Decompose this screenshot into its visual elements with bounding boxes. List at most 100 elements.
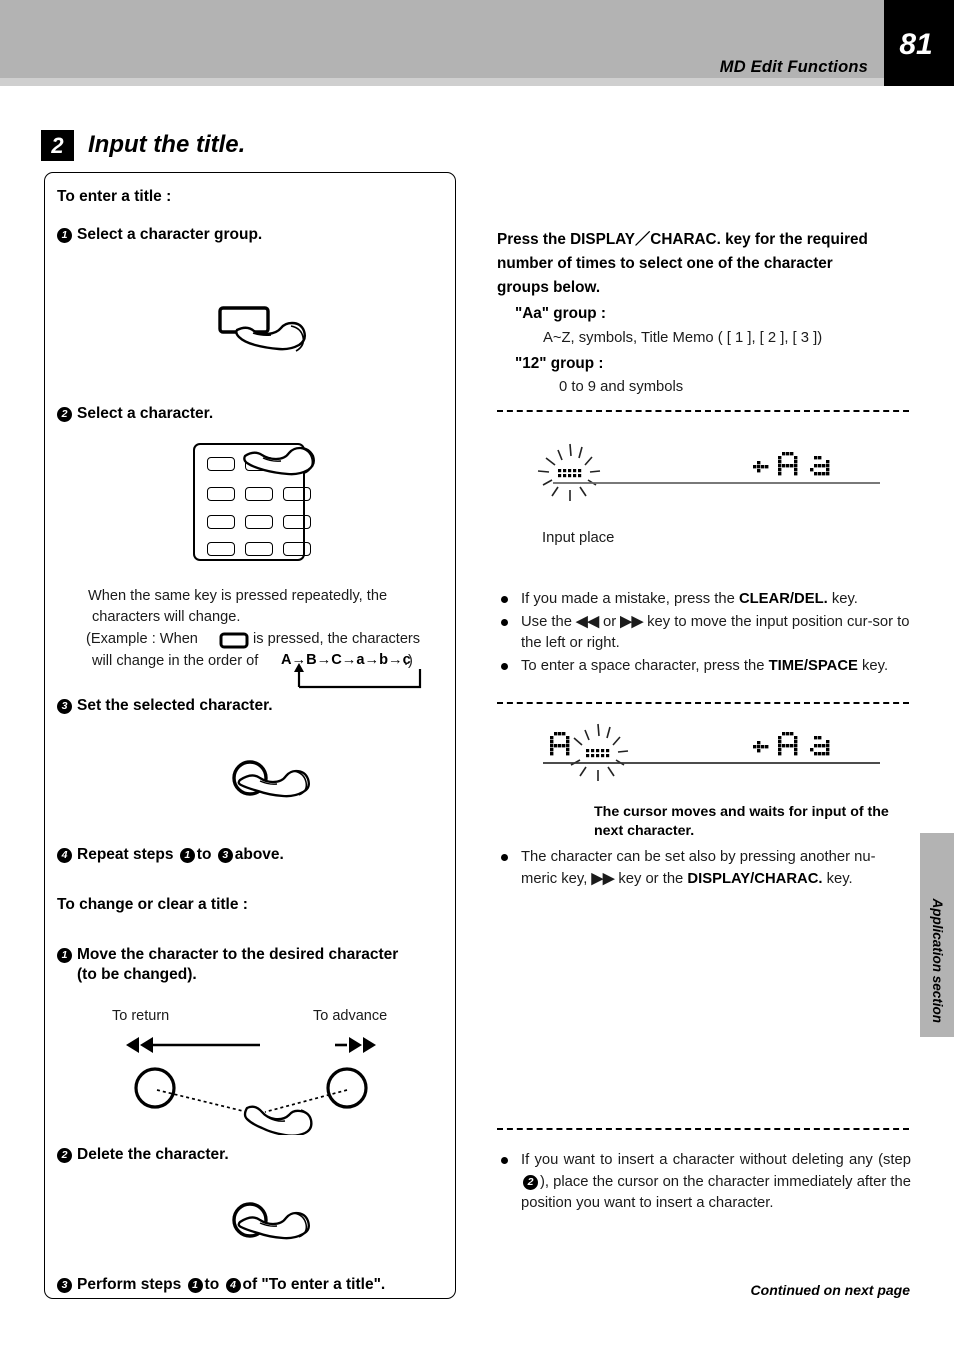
change-substep-3-ref-1: 1 xyxy=(187,1278,203,1293)
keypress-note-line-2: characters will change. xyxy=(92,609,241,625)
bullet-dot-icon xyxy=(501,1157,508,1164)
substep-number-2: 2 xyxy=(57,407,72,422)
change-substep-number-3: 3 xyxy=(57,1278,72,1293)
bullet-5-step-ref: 2 xyxy=(523,1174,538,1190)
keypress-note-line-3a: (Example : When xyxy=(86,631,198,647)
group-aa-description: A~Z, symbols, Title Memo ( [ 1 ], [ 2 ],… xyxy=(543,330,823,346)
change-substep-1: 1 Move the character to the desired chara… xyxy=(57,943,449,966)
key-name-time-space: TIME/SPACE xyxy=(768,657,858,674)
list-item: If you made a mistake, press the CLEAR/D… xyxy=(497,589,911,611)
change-substep-2: 2 Delete the character. xyxy=(57,1146,229,1164)
bullet-2-text: Use the ◀◀ or ▶▶ key to move the input p… xyxy=(521,613,910,652)
continued-next-page: Continued on next page xyxy=(750,1282,910,1298)
substep-4-label-a: Repeat steps xyxy=(77,846,174,863)
display2-caption-line-1: The cursor moves and waits for input of … xyxy=(594,804,889,820)
group-aa-label: "Aa" group : xyxy=(515,305,606,322)
substep-3-label: Set the selected character. xyxy=(77,697,273,714)
keypad-key xyxy=(245,487,273,501)
substep-number-4: 4 xyxy=(57,848,72,863)
substep-4-ref-2: 3 xyxy=(217,848,233,863)
substep-4-label-c: above. xyxy=(234,846,284,863)
display2-caption-line-2: next character. xyxy=(594,823,695,839)
substep-1-select-character-group: 1 Select a character group. xyxy=(57,226,262,244)
keypress-note-line-1: When the same key is pressed repeatedly,… xyxy=(88,588,388,604)
label-to-return: To return xyxy=(112,1008,170,1024)
substep-4-repeat: 4 Repeat steps 1 to 3 above. xyxy=(57,846,284,864)
change-substep-2-label: Delete the character. xyxy=(77,1146,229,1163)
heading-to-change-or-clear: To change or clear a title : xyxy=(57,896,248,913)
bullet-dot-icon xyxy=(501,662,508,670)
key-name-display-charac: DISPLAY/CHARAC. xyxy=(687,870,823,887)
hand-pressing-round-knob-illustration xyxy=(232,760,310,798)
change-substep-1-line1: Move the character to the desired charac… xyxy=(77,946,399,963)
substep-number-3: 3 xyxy=(57,699,72,714)
keypress-note-line-4a: will change in the order of xyxy=(92,653,259,669)
bullet-dot-icon xyxy=(501,854,508,861)
bullet-dot-icon xyxy=(501,596,508,603)
bullet-5-text-b: ), place the cursor on the character imm… xyxy=(521,1173,911,1212)
label-to-advance: To advance xyxy=(313,1008,388,1024)
bullet-3-text: To enter a space character, press the TI… xyxy=(521,657,889,674)
substep-2-label: Select a character. xyxy=(77,405,214,422)
change-substep-3-label-a: Perform steps xyxy=(77,1276,182,1293)
bullet-dot-icon xyxy=(501,618,508,626)
hand-pressing-keypad-illustration xyxy=(243,446,315,476)
intro-line-3: groups below. xyxy=(497,279,601,296)
substep-4-ref-1: 1 xyxy=(179,848,195,863)
lcd-display-illustration-2 xyxy=(543,723,880,781)
input-place-caption: Input place xyxy=(542,530,615,546)
header-section-title: MD Edit Functions xyxy=(719,58,868,76)
change-substep-1-line2: (to be changed). xyxy=(77,966,197,983)
step-number-badge: 2 xyxy=(41,130,74,161)
keypad-key xyxy=(245,542,273,556)
bullet-list-3: If you want to insert a character withou… xyxy=(497,1150,911,1216)
substep-1-label: Select a character group. xyxy=(77,226,263,243)
key-name-clear-del: CLEAR/DEL. xyxy=(738,591,828,607)
loop-back-arrow-icon xyxy=(294,663,422,689)
heading-to-enter-a-title: To enter a title : xyxy=(57,188,172,205)
keypad-key xyxy=(283,515,311,529)
rewind-icon: ◀◀ xyxy=(576,613,599,630)
list-item: If you want to insert a character withou… xyxy=(497,1150,911,1215)
hand-pressing-button-illustration xyxy=(218,306,307,352)
substep-2-select-character: 2 Select a character. xyxy=(57,405,213,423)
cursor-move-arrows-illustration xyxy=(126,1037,376,1135)
list-item: Use the ◀◀ or ▶▶ key to move the input p… xyxy=(497,612,911,655)
group-12-description: 0 to 9 and symbols xyxy=(559,379,684,395)
step-title: Input the title. xyxy=(88,131,246,158)
list-item: To enter a space character, press the TI… xyxy=(497,656,911,678)
change-substep-3-label-c: of "To enter a title". xyxy=(242,1276,386,1293)
list-item: The character can be set also by pressin… xyxy=(497,847,911,890)
change-substep-3-ref-2: 4 xyxy=(225,1278,241,1293)
bullet-4-text: The character can be set also by pressin… xyxy=(521,849,876,887)
header-shadow xyxy=(0,78,954,86)
keypad-key xyxy=(207,542,235,556)
keypad-key xyxy=(207,515,235,529)
substep-4-label-b: to xyxy=(196,846,212,863)
change-substep-number-1: 1 xyxy=(57,948,72,963)
key-symbol-icon xyxy=(219,632,249,649)
divider-1 xyxy=(497,410,909,412)
divider-2 xyxy=(497,702,909,704)
page-number: 81 xyxy=(899,28,933,61)
keypad-key xyxy=(283,487,311,501)
divider-3 xyxy=(497,1128,909,1130)
change-substep-number-2: 2 xyxy=(57,1148,72,1163)
intro-line-1: Press the DISPLAY／CHARAC. key for the re… xyxy=(497,231,868,248)
manual-page: 81 MD Edit Functions 2 Input the title. … xyxy=(0,0,954,1351)
bullet-list-1: If you made a mistake, press the CLEAR/D… xyxy=(497,589,911,678)
keypad-key xyxy=(283,542,311,556)
group-12-label: "12" group : xyxy=(515,355,604,372)
bullet-5-text-a: If you want to insert a character withou… xyxy=(521,1152,911,1168)
keypad-key xyxy=(207,487,235,501)
substep-3-set-character: 3 Set the selected character. xyxy=(57,697,273,715)
change-substep-3: 3 Perform steps 1 to 4 of "To enter a title… xyxy=(57,1276,385,1294)
change-substep-3-label-b: to xyxy=(204,1276,220,1293)
fast-forward-icon: ▶▶ xyxy=(591,870,615,887)
keypad-key xyxy=(245,515,273,529)
fast-forward-icon: ▶▶ xyxy=(620,613,644,630)
lcd-display-illustration-1 xyxy=(537,443,880,501)
side-tab-label: Application section xyxy=(930,898,945,1023)
hand-pressing-round-knob-illustration-2 xyxy=(232,1202,310,1240)
bullet-list-2: The character can be set also by pressin… xyxy=(497,847,911,891)
